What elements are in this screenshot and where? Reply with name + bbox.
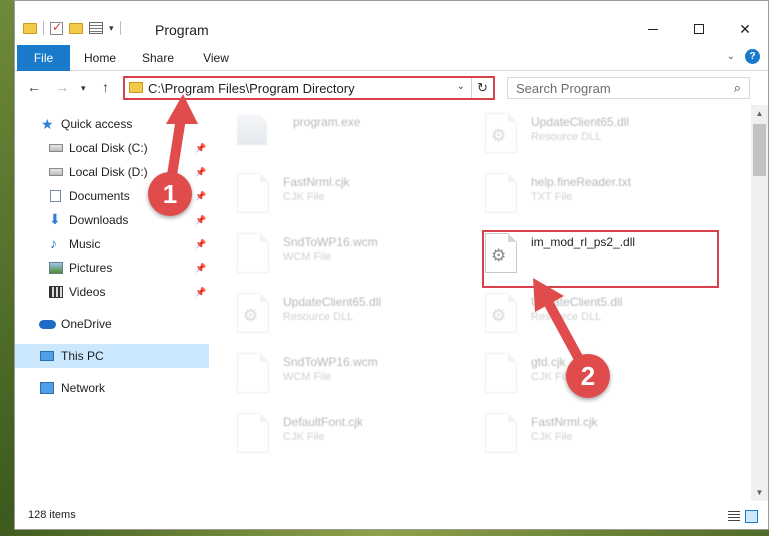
- step-2-badge: 2: [566, 354, 610, 398]
- step-1-badge: 1: [148, 172, 192, 216]
- arrow-1-head: [166, 94, 198, 124]
- annotation-arrows: [165, 94, 591, 377]
